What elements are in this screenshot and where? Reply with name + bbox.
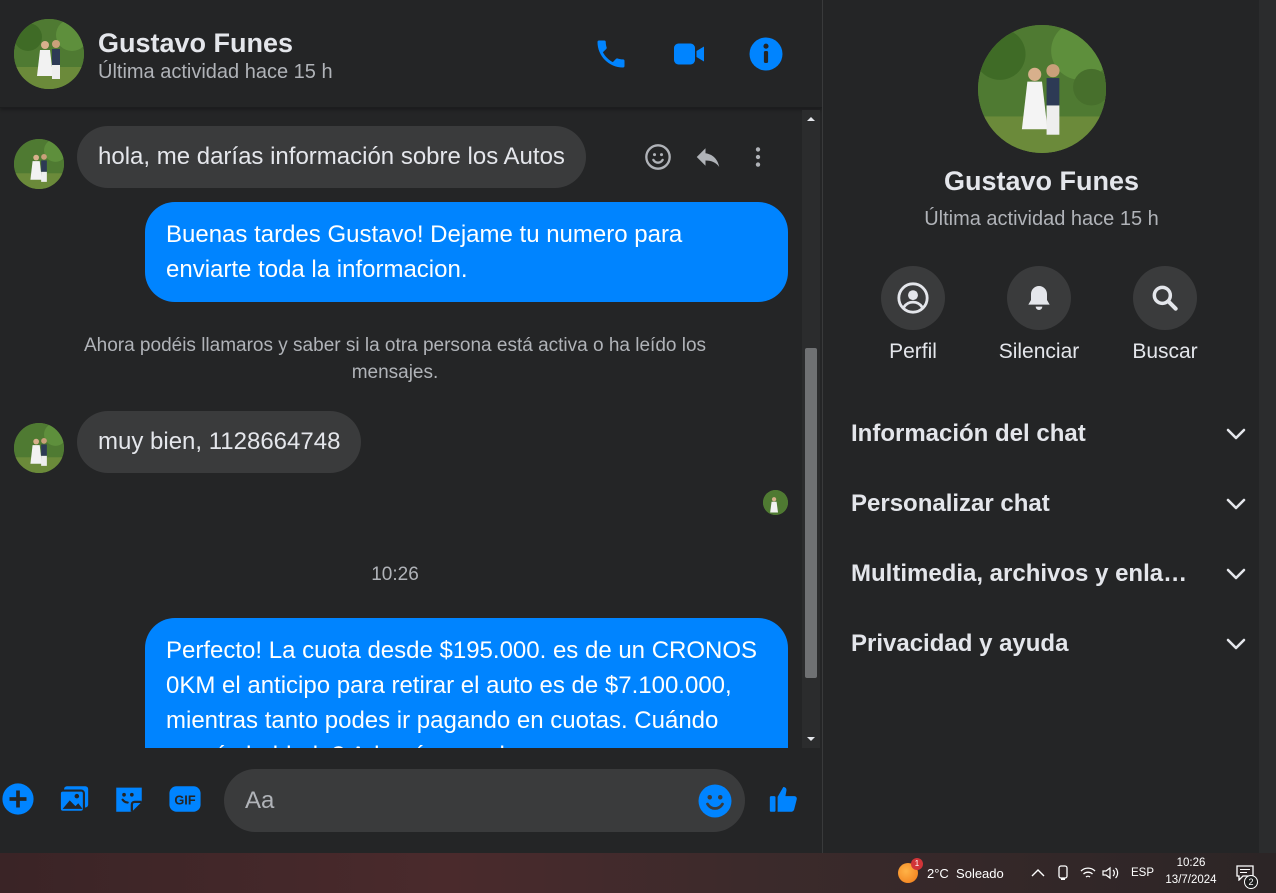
conversation-info-panel: Gustavo Funes Última actividad hace 15 h… [822,0,1259,853]
info-icon[interactable] [746,34,786,74]
device-icon[interactable] [1056,853,1070,893]
profile-button[interactable]: Perfil [858,266,968,364]
message-input-container[interactable] [224,769,745,832]
search-icon[interactable] [1133,266,1197,330]
section-label: Información del chat [851,420,1086,447]
profile-icon[interactable] [881,266,945,330]
gif-icon[interactable]: GIF [167,781,203,817]
sticker-icon[interactable] [111,781,147,817]
composer: GIF [0,748,822,853]
chevron-down-icon [1226,428,1246,440]
windows-taskbar: 1 2°C Soleado ESP 10:26 13/7/2024 2 [0,853,1276,893]
plus-icon[interactable] [0,781,36,817]
scroll-thumb[interactable] [805,348,817,678]
message-scrollbar[interactable] [802,110,820,748]
video-icon[interactable] [669,34,709,74]
chat-column: Gustavo Funes Última actividad hace 15 h… [0,0,822,853]
chevron-down-icon [1226,498,1246,510]
message-actions [643,142,773,172]
mute-button[interactable]: Silenciar [984,266,1094,364]
search-button[interactable]: Buscar [1110,266,1220,364]
scroll-up-arrow-icon[interactable] [802,110,820,128]
tray-chevron-up-icon[interactable] [1031,853,1045,893]
chevron-down-icon [1226,638,1246,650]
scroll-down-arrow-icon[interactable] [802,730,820,748]
sun-icon: 1 [898,858,923,883]
weather-widget[interactable]: 1 2°C Soleado [898,853,1004,893]
contact-avatar-large[interactable] [978,25,1106,153]
react-icon[interactable] [643,142,673,172]
reply-icon[interactable] [693,142,723,172]
weather-text: 2°C Soleado [927,865,1004,881]
section-privacy-help[interactable]: Privacidad y ayuda [851,619,1246,669]
weather-badge: 1 [911,858,923,870]
volume-icon[interactable] [1102,853,1120,893]
section-media-files[interactable]: Multimedia, archivos y enlaces [851,549,1246,599]
chat-header: Gustavo Funes Última actividad hace 15 h [0,0,822,108]
clock-date: 13/7/2024 [1165,874,1217,886]
mute-label: Silenciar [998,340,1080,363]
wifi-icon[interactable] [1080,853,1096,893]
phone-icon[interactable] [591,34,631,74]
system-note: Ahora podéis llamaros y saber si la otra… [83,335,707,383]
contact-status: Última actividad hace 15 h [98,61,333,83]
message-timestamp: 10:26 [371,564,419,585]
more-options-icon[interactable] [743,142,773,172]
thumbs-up-icon[interactable] [764,779,804,819]
svg-text:GIF: GIF [174,793,195,808]
incoming-message[interactable]: hola, me darías información sobre los Au… [77,126,586,188]
bell-icon[interactable] [1007,266,1071,330]
panel-contact-status: Última actividad hace 15 h [924,208,1159,230]
section-customize-chat[interactable]: Personalizar chat [851,479,1246,529]
message-input[interactable] [245,769,685,832]
chevron-down-icon [1226,568,1246,580]
outgoing-message[interactable]: Buenas tardes Gustavo! Dejame tu numero … [145,202,788,302]
contact-avatar-small[interactable] [14,139,64,189]
search-label: Buscar [1132,340,1198,363]
profile-label: Perfil [889,340,937,363]
emoji-icon[interactable] [697,783,733,819]
outgoing-message[interactable]: Perfecto! La cuota desde $195.000. es de… [145,618,788,748]
section-label: Privacidad y ayuda [851,630,1069,657]
clock-time: 10:26 [1176,857,1206,869]
panel-scrollbar[interactable] [1259,0,1276,853]
seen-indicator-avatar [763,490,788,515]
system-clock[interactable]: 10:26 13/7/2024 [1150,855,1232,889]
section-label: Multimedia, archivos y enlaces [851,560,1191,587]
contact-avatar-small[interactable] [14,423,64,473]
section-label: Personalizar chat [851,490,1050,517]
section-chat-info[interactable]: Información del chat [851,409,1246,459]
panel-contact-name: Gustavo Funes [943,166,1140,196]
contact-name[interactable]: Gustavo Funes [98,28,293,59]
image-icon[interactable] [56,781,92,817]
contact-avatar[interactable] [14,19,84,89]
messenger-window: Gustavo Funes Última actividad hace 15 h… [0,0,1276,853]
notification-count-badge: 2 [1244,875,1258,889]
message-list[interactable]: hola, me darías información sobre los Au… [0,110,800,748]
incoming-message[interactable]: muy bien, 1128664748 [77,411,362,473]
